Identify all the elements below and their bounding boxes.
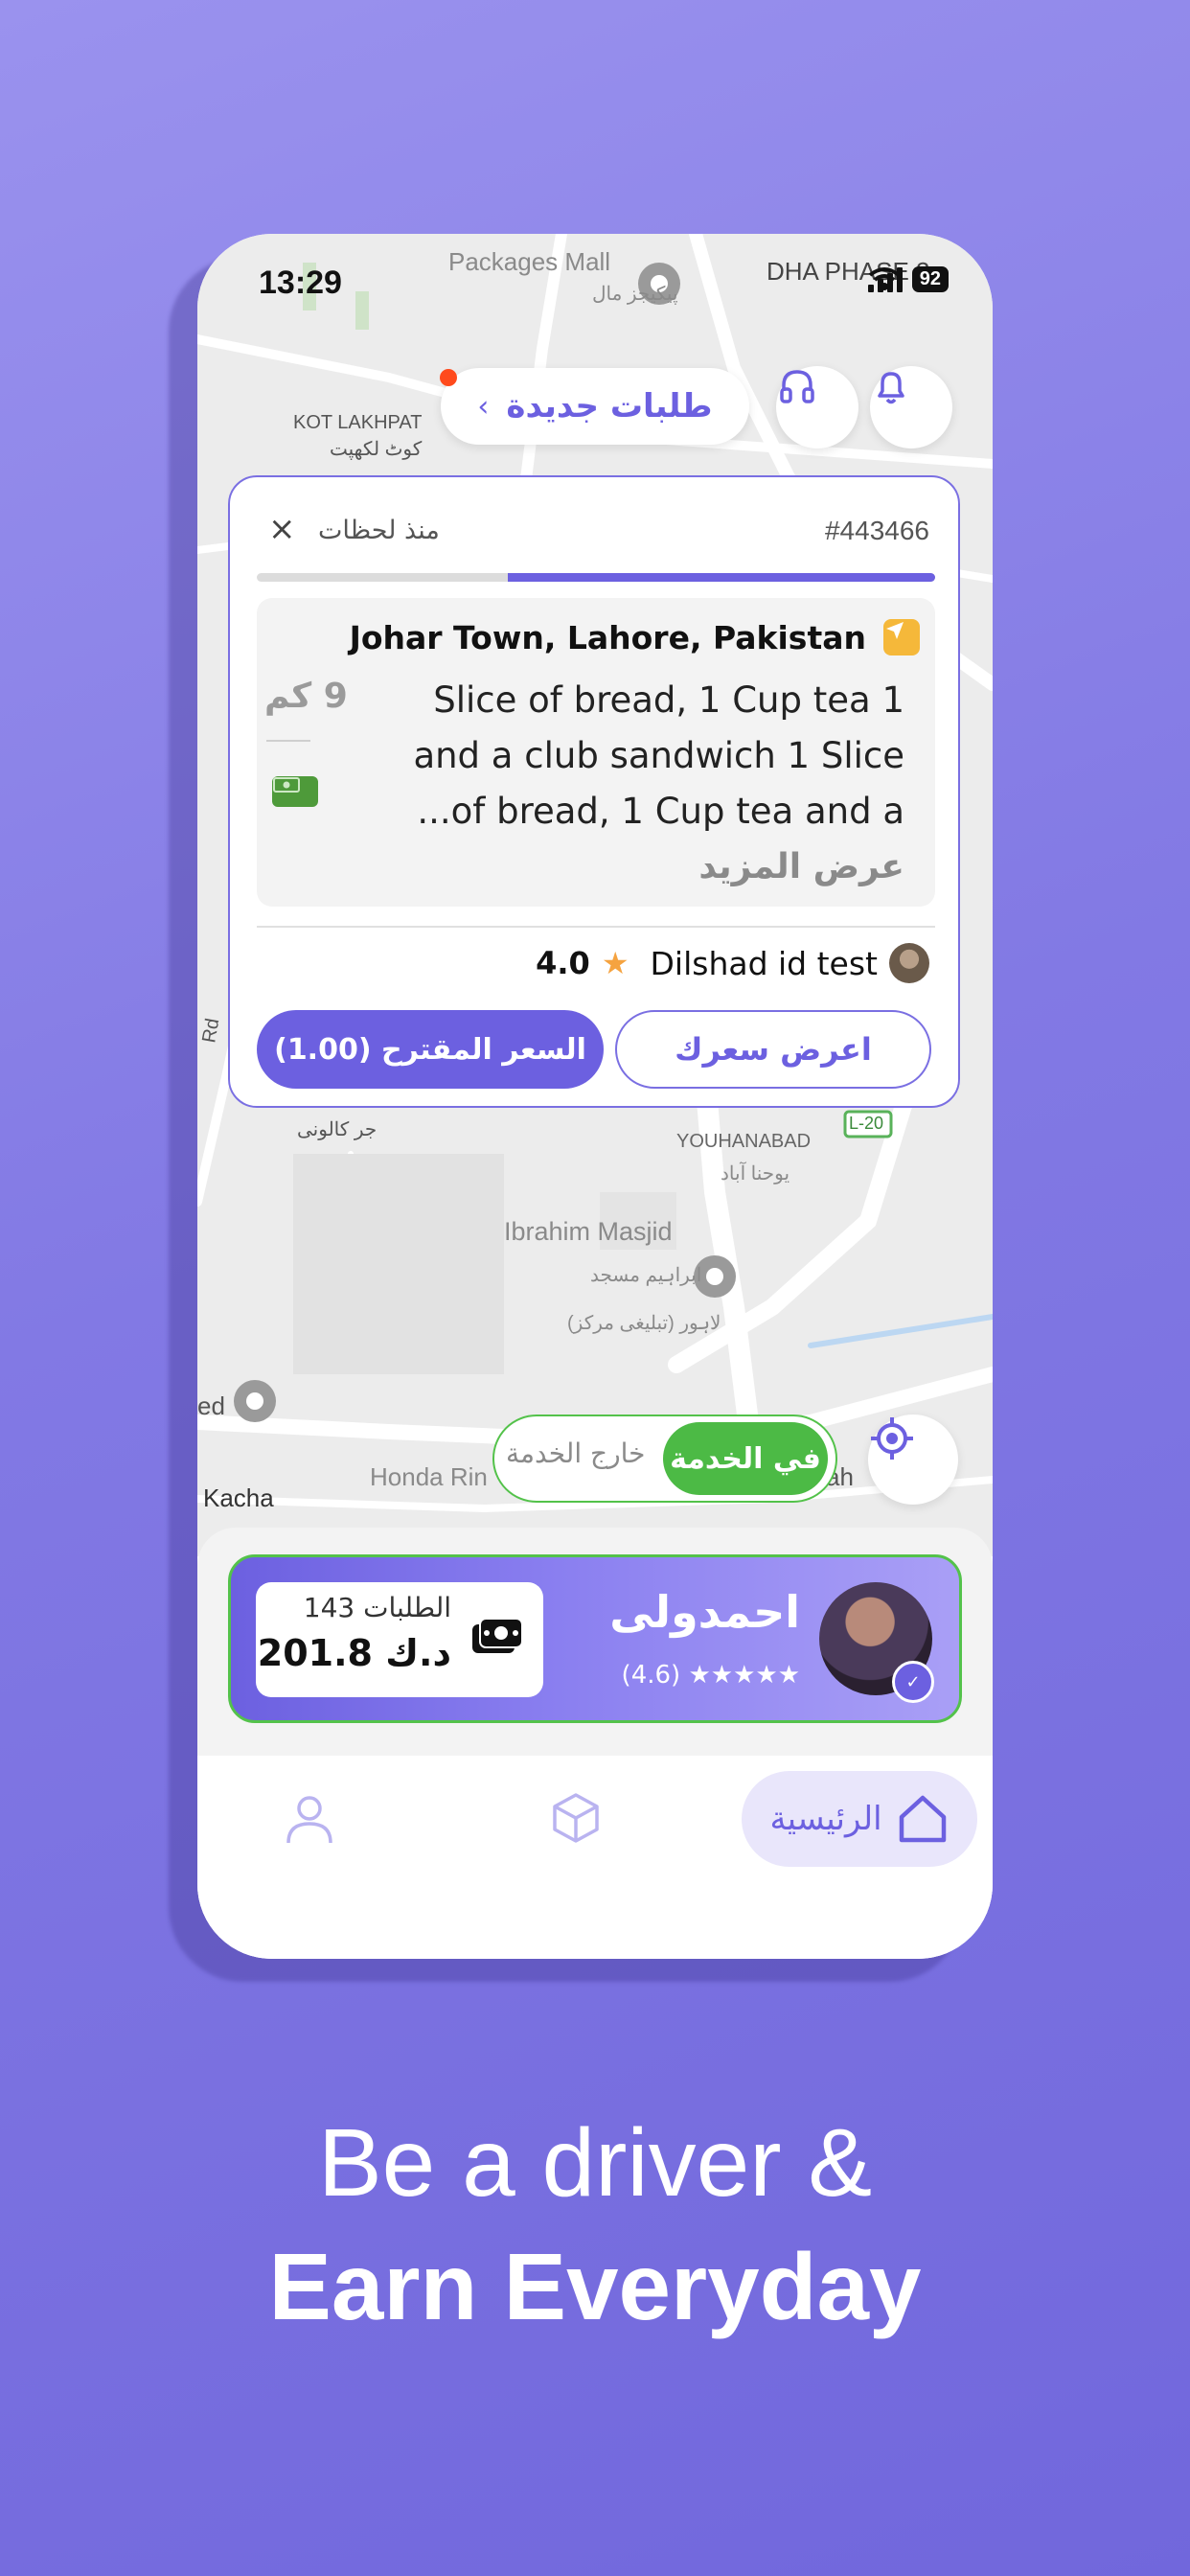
status-time: 13:29 (259, 264, 342, 301)
tab-home-label: الرئيسية (769, 1800, 882, 1838)
status-icons: 92 (867, 266, 949, 292)
map-label-ibrahim-masjid-urdu: ابراہیم مسجد (590, 1265, 702, 1286)
driver-rating: (4.6) ★★★★★ (622, 1661, 800, 1690)
battery-icon: 92 (911, 266, 949, 292)
new-requests-button[interactable]: ‹ طلبات جديدة (441, 368, 749, 445)
map-label-l20: L-20 (849, 1114, 884, 1133)
home-icon (899, 1795, 946, 1843)
box-icon (553, 1793, 599, 1843)
pickup-address: Johar Town, Lahore, Pakistan (349, 619, 866, 656)
new-requests-label: طلبات جديدة (506, 387, 713, 426)
offer-price-button[interactable]: اعرض سعرك (615, 1010, 931, 1089)
order-id: #443466 (824, 516, 929, 545)
service-status-toggle[interactable]: خارج الخدمة في الخدمة (492, 1414, 837, 1503)
order-details-box: Johar Town, Lahore, Pakistan Slice of br… (257, 598, 935, 907)
order-description: Slice of bread, 1 Cup tea 1 and a club s… (413, 679, 904, 832)
distance-divider (266, 740, 310, 742)
driver-name: احمدولی (609, 1586, 800, 1638)
close-icon[interactable]: × (268, 510, 296, 548)
order-timer-progress (257, 573, 935, 582)
orders-count: 143 الطلبات (303, 1592, 451, 1623)
order-time-ago: منذ لحظات (318, 516, 440, 545)
order-request-card[interactable]: × منذ لحظات #443466 Johar Town, Lahore, … (228, 475, 960, 1108)
earnings-amount: 201.8 د.ك (257, 1632, 451, 1674)
map-view[interactable]: Packages Mall پیکیجز مال KOT LAKHPAT کوٹ… (197, 234, 993, 1556)
headline-line-1: Be a driver & (317, 2109, 873, 2217)
navigation-icon (883, 619, 920, 656)
map-label-rd: Rd (198, 1016, 224, 1045)
wifi-icon (868, 267, 900, 290)
user-icon (286, 1796, 332, 1844)
notifications-button[interactable] (870, 366, 952, 448)
map-label-kot-lakhpat-urdu: کوٹ لکھپت (330, 439, 423, 460)
order-distance: 9 كم (264, 677, 348, 716)
map-label-honda: Honda Rin (370, 1462, 488, 1491)
map-label-colony-urdu: جر کالونی (297, 1119, 378, 1140)
customer-avatar (889, 943, 929, 983)
customer-rating: 4.0 (536, 945, 590, 981)
out-of-service-label[interactable]: خارج الخدمة (506, 1438, 645, 1469)
map-label-youhanabad-urdu: یوحنا آباد (721, 1163, 790, 1184)
bottom-tab-bar: الرئيسية (197, 1756, 993, 1959)
notification-dot (440, 369, 457, 386)
map-label-tablighi-markaz: (تبلیغی مرکز) لاہور (567, 1313, 721, 1334)
support-button[interactable] (776, 366, 858, 448)
map-label-ed: ed (197, 1392, 225, 1420)
headline-line-2: Earn Everyday (268, 2234, 922, 2339)
tab-home[interactable]: الرئيسية (742, 1771, 977, 1867)
phone-screen: Packages Mall پیکیجز مال KOT LAKHPAT کوٹ… (197, 234, 993, 1959)
show-more-link[interactable]: عرض المزيد (698, 847, 904, 886)
tab-orders[interactable] (542, 1784, 609, 1852)
verified-badge-icon: ✓ (892, 1661, 934, 1703)
driver-rating-value: (4.6) (621, 1661, 681, 1690)
crosshair-icon (871, 1417, 913, 1460)
map-label-packages-mall-urdu: پیکیجز مال (592, 284, 678, 305)
map-label-packages-mall: Packages Mall (448, 247, 611, 276)
map-label-kot-lakhpat: KOT LAKHPAT (293, 412, 423, 433)
headset-icon (780, 370, 814, 403)
map-label-youhanabad: YOUHANABAD (676, 1131, 812, 1152)
star-icon: ★ (601, 945, 629, 981)
suggested-price-button[interactable]: السعر المقترح (1.00) (257, 1010, 604, 1089)
earnings-box: 143 الطلبات 201.8 د.ك (256, 1582, 543, 1697)
bell-icon (878, 372, 904, 404)
locate-me-button[interactable] (868, 1414, 958, 1505)
driver-profile-card[interactable]: ✓ احمدولی (4.6) ★★★★★ 143 الطلبات 201.8 … (228, 1554, 962, 1723)
map-label-kacha: Kacha (203, 1484, 274, 1512)
order-timer-progress-fill (507, 573, 935, 582)
tab-profile[interactable] (276, 1784, 343, 1852)
customer-info: 4.0 ★ Dilshad id test (536, 943, 929, 983)
cash-icon (272, 776, 318, 807)
map-label-ibrahim-masjid: Ibrahim Masjid (504, 1217, 673, 1246)
driver-rating-stars: ★★★★★ (688, 1661, 800, 1690)
money-stack-icon (472, 1618, 523, 1653)
order-divider (257, 926, 935, 928)
chevron-left-icon: ‹ (477, 389, 490, 424)
customer-name: Dilshad id test (650, 944, 879, 982)
in-service-label[interactable]: في الخدمة (663, 1422, 828, 1495)
